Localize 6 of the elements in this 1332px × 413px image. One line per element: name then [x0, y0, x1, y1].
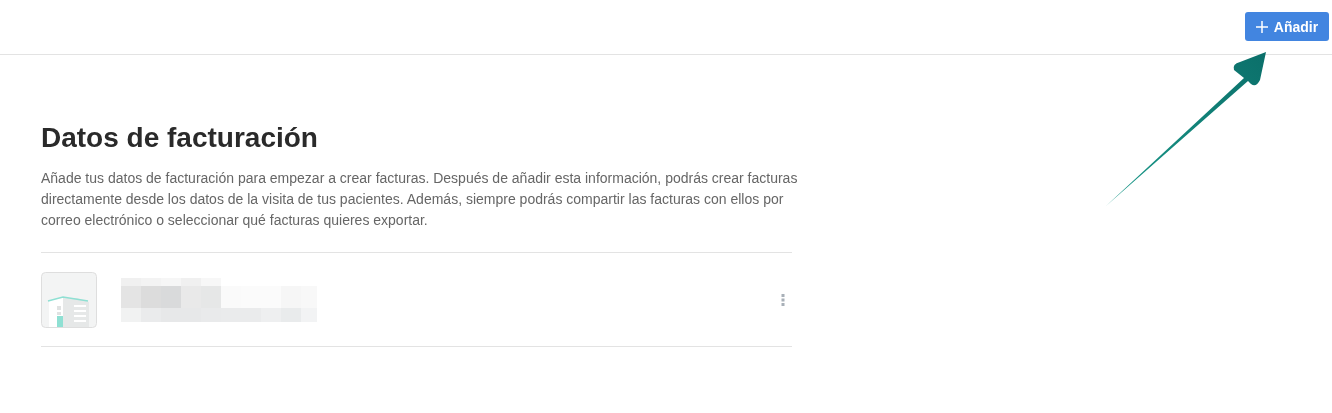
- more-options-icon[interactable]: [781, 293, 785, 306]
- add-button[interactable]: Añadir: [1245, 12, 1329, 41]
- section-title: Datos de facturación: [41, 121, 319, 155]
- section-description: Añade tus datos de facturación para empezar a crear facturas. Después de añadir esta información, podrás crear facturas directamente desde los datos de la visita de tus pacientes. Además, siempre podrás compartir las facturas con ellos por correo electrónico o seleccionar qué facturas quieres exportar.: [41, 169, 799, 230]
- plus-icon: [1255, 20, 1268, 33]
- building-icon: [41, 271, 97, 328]
